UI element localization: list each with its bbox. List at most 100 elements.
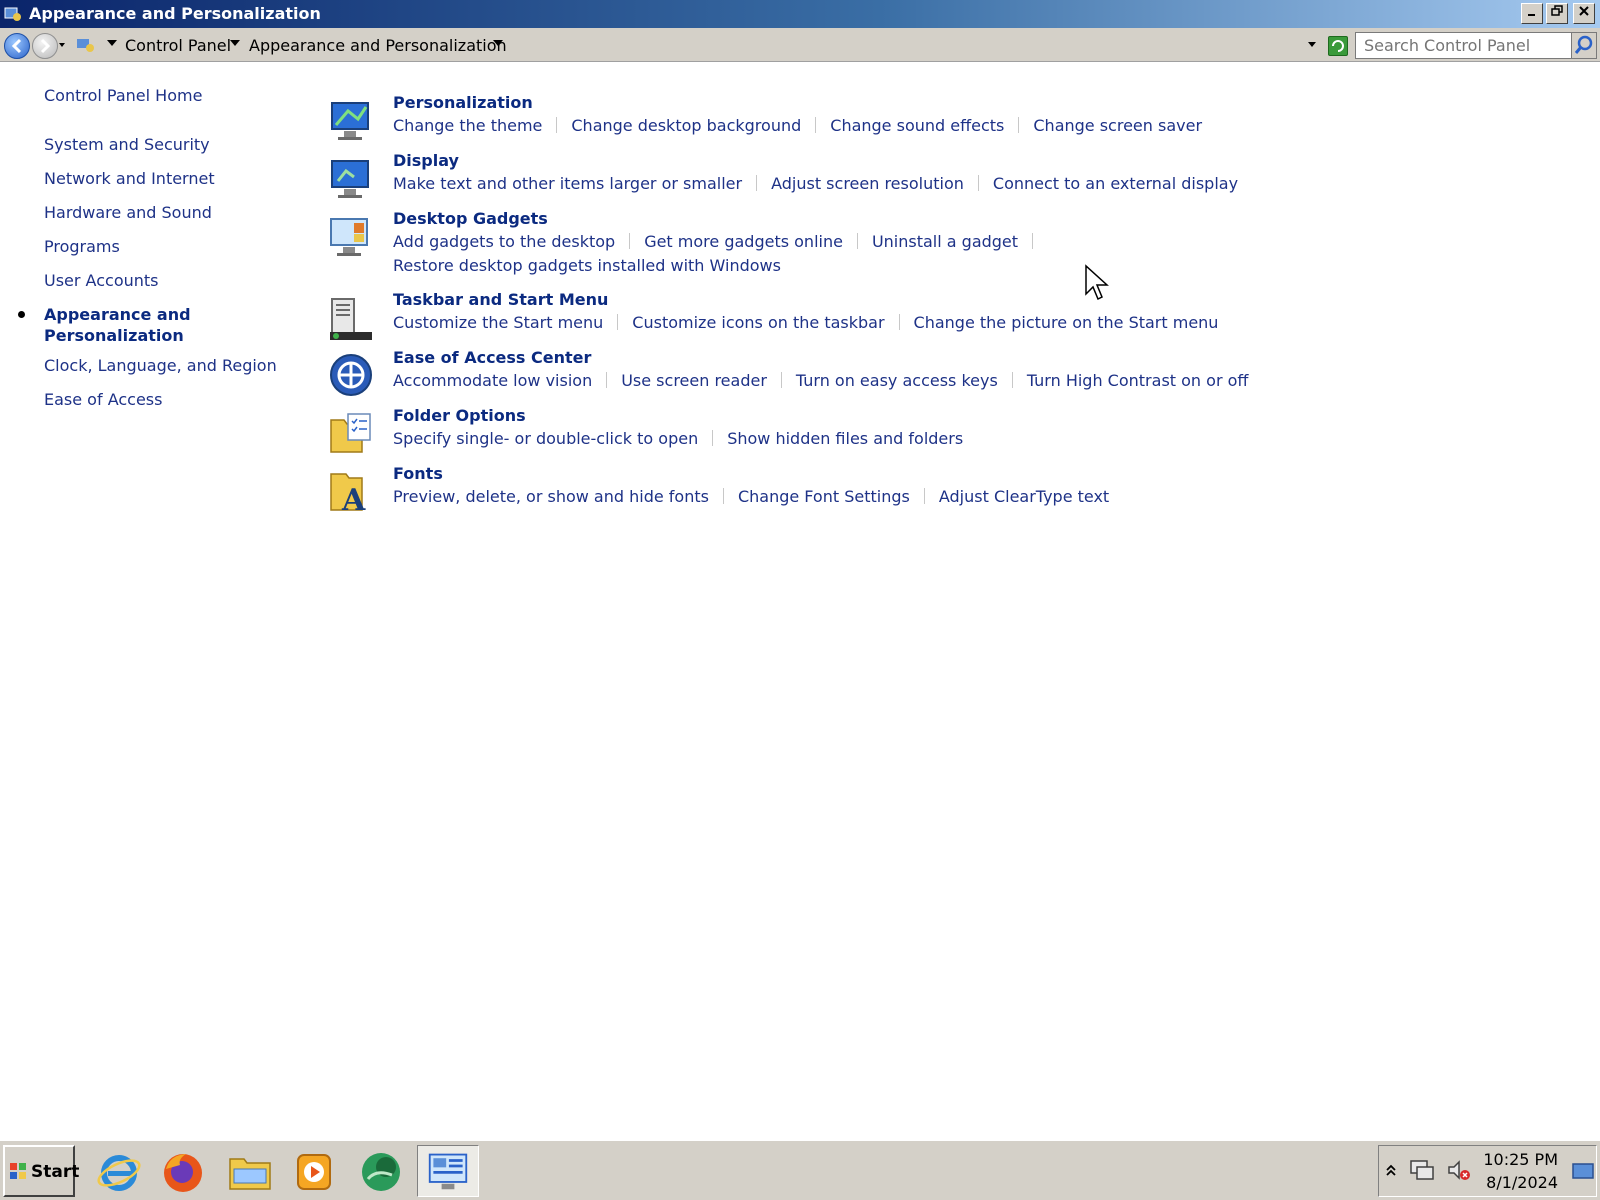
title-bar: Appearance and Personalization	[0, 0, 1600, 28]
section-links-taskbar: Customize the Start menu Customize icons …	[393, 313, 1218, 332]
section-title-personalization[interactable]: Personalization	[393, 93, 533, 112]
section-title-taskbar-start-menu[interactable]: Taskbar and Start Menu	[393, 290, 608, 309]
sidebar-item-clock-language-region[interactable]: Clock, Language, and Region	[44, 356, 277, 375]
mouse-cursor-icon	[1085, 264, 1109, 301]
close-button[interactable]	[1573, 3, 1595, 24]
clock-time[interactable]: 10:25 PM	[1483, 1150, 1558, 1169]
control-panel-icon	[4, 7, 21, 21]
clock-date[interactable]: 8/1/2024	[1486, 1173, 1558, 1192]
taskbar: Start 10:25 PM 8/1/2024	[0, 1139, 1600, 1200]
sidebar-current-line2: Personalization	[44, 326, 184, 345]
breadcrumb-control-panel[interactable]: Control Panel	[125, 36, 231, 55]
sidebar-current-line1: Appearance and	[44, 305, 191, 324]
section-links-gadgets-row2: Restore desktop gadgets installed with W…	[393, 256, 781, 275]
current-item-bullet	[18, 311, 25, 318]
network-icon[interactable]	[1409, 1158, 1435, 1182]
section-links-fonts: Preview, delete, or show and hide fonts C…	[393, 487, 1109, 506]
breadcrumb-root-dropdown-icon[interactable]	[107, 40, 117, 46]
link-change-sound-effects[interactable]: Change sound effects	[830, 116, 1004, 135]
section-title-fonts[interactable]: Fonts	[393, 464, 443, 483]
link-restore-gadgets[interactable]: Restore desktop gadgets installed with W…	[393, 256, 781, 275]
link-separator	[606, 372, 608, 388]
link-customize-start-menu[interactable]: Customize the Start menu	[393, 313, 603, 332]
minimize-icon	[1528, 14, 1535, 16]
link-change-desktop-background[interactable]: Change desktop background	[571, 116, 801, 135]
link-separator	[856, 233, 858, 249]
link-change-start-picture[interactable]: Change the picture on the Start menu	[914, 313, 1219, 332]
link-customize-taskbar-icons[interactable]: Customize icons on the taskbar	[632, 313, 884, 332]
link-separator	[722, 488, 724, 504]
personalization-icon	[331, 102, 369, 140]
link-single-double-click[interactable]: Specify single- or double-click to open	[393, 429, 698, 448]
search-input[interactable]	[1355, 32, 1572, 59]
link-high-contrast[interactable]: Turn High Contrast on or off	[1027, 371, 1249, 390]
sidebar-item-programs[interactable]: Programs	[44, 237, 120, 256]
sidebar-item-hardware-sound[interactable]: Hardware and Sound	[44, 203, 212, 222]
active-task-control-panel[interactable]	[417, 1145, 479, 1197]
link-adjust-cleartype[interactable]: Adjust ClearType text	[939, 487, 1109, 506]
address-bar: Control Panel Appearance and Personaliza…	[0, 28, 1600, 62]
back-arrow-icon	[11, 38, 22, 54]
breadcrumb-appearance-dropdown-icon[interactable]	[493, 40, 503, 46]
section-links-display: Make text and other items larger or smal…	[393, 174, 1238, 193]
start-button[interactable]: Start	[3, 1145, 79, 1197]
link-preview-fonts[interactable]: Preview, delete, or show and hide fonts	[393, 487, 709, 506]
fonts-icon: A	[330, 473, 366, 514]
link-separator	[977, 175, 979, 191]
search-button[interactable]	[1571, 32, 1597, 59]
link-text-size[interactable]: Make text and other items larger or smal…	[393, 174, 742, 193]
taskbar-icon	[330, 298, 372, 340]
svg-text:A: A	[341, 483, 366, 514]
window-title: Appearance and Personalization	[29, 4, 321, 23]
refresh-button[interactable]	[1328, 36, 1348, 56]
refresh-icon	[1332, 40, 1344, 52]
restore-button[interactable]	[1546, 3, 1568, 24]
link-show-hidden-files[interactable]: Show hidden files and folders	[727, 429, 963, 448]
link-add-gadgets[interactable]: Add gadgets to the desktop	[393, 232, 615, 251]
breadcrumb-appearance[interactable]: Appearance and Personalization	[249, 36, 507, 55]
link-separator	[712, 430, 714, 446]
section-title-desktop-gadgets[interactable]: Desktop Gadgets	[393, 209, 548, 228]
link-low-vision[interactable]: Accommodate low vision	[393, 371, 592, 390]
sidebar-item-ease-of-access[interactable]: Ease of Access	[44, 390, 162, 409]
link-separator	[780, 372, 782, 388]
link-change-screen-saver[interactable]: Change screen saver	[1033, 116, 1202, 135]
system-tray: 10:25 PM 8/1/2024	[1378, 1145, 1597, 1197]
section-title-folder-options[interactable]: Folder Options	[393, 406, 526, 425]
link-separator	[556, 117, 558, 133]
back-button[interactable]	[4, 33, 30, 59]
link-separator	[1018, 117, 1020, 133]
link-screen-reader[interactable]: Use screen reader	[621, 371, 767, 390]
sidebar-item-user-accounts[interactable]: User Accounts	[44, 271, 159, 290]
forward-button[interactable]	[32, 33, 58, 59]
link-change-theme[interactable]: Change the theme	[393, 116, 542, 135]
sidebar-item-network[interactable]: Network and Internet	[44, 169, 215, 188]
link-separator	[815, 117, 817, 133]
show-desktop-icon[interactable]	[1572, 1162, 1594, 1180]
sidebar-item-system-security[interactable]: System and Security	[44, 135, 210, 154]
file-explorer-icon[interactable]	[228, 1149, 274, 1195]
link-change-font-settings[interactable]: Change Font Settings	[738, 487, 910, 506]
start-label: Start	[31, 1162, 80, 1182]
media-player-icon[interactable]	[292, 1149, 338, 1195]
firefox-icon[interactable]	[160, 1149, 206, 1195]
messenger-icon[interactable]	[358, 1149, 404, 1195]
sidebar-home-link[interactable]: Control Panel Home	[44, 86, 202, 105]
address-history-dropdown-icon[interactable]	[1308, 42, 1316, 47]
link-easy-access-keys[interactable]: Turn on easy access keys	[796, 371, 998, 390]
section-title-ease-of-access[interactable]: Ease of Access Center	[393, 348, 591, 367]
link-uninstall-gadget[interactable]: Uninstall a gadget	[872, 232, 1018, 251]
link-more-gadgets-online[interactable]: Get more gadgets online	[644, 232, 843, 251]
internet-explorer-icon[interactable]	[96, 1149, 142, 1195]
section-title-display[interactable]: Display	[393, 151, 459, 170]
breadcrumb-control-panel-dropdown-icon[interactable]	[230, 40, 240, 46]
link-external-display[interactable]: Connect to an external display	[993, 174, 1238, 193]
volume-muted-icon[interactable]	[1446, 1158, 1472, 1182]
close-icon	[1579, 6, 1589, 16]
link-adjust-resolution[interactable]: Adjust screen resolution	[771, 174, 964, 193]
link-separator	[629, 233, 631, 249]
history-dropdown-icon[interactable]	[59, 43, 65, 47]
minimize-button[interactable]	[1521, 3, 1543, 24]
section-links-personalization: Change the theme Change desktop backgroun…	[393, 116, 1202, 135]
show-hidden-icons-icon[interactable]	[1385, 1162, 1397, 1178]
